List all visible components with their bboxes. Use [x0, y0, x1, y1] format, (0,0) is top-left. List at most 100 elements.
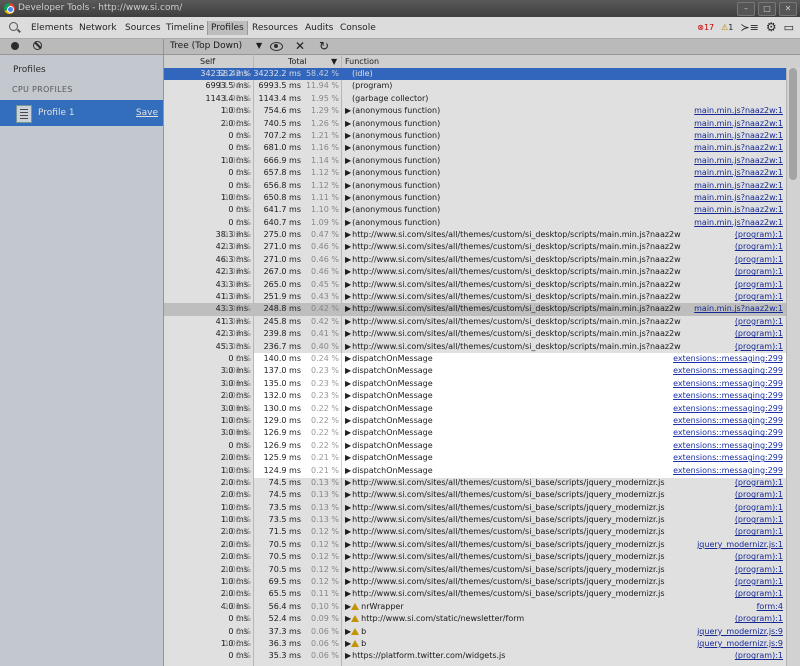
expand-arrow-icon[interactable]: ▶ [345, 391, 351, 400]
expand-arrow-icon[interactable]: ▶ [345, 651, 351, 660]
source-link[interactable]: main.min.js?naaz2w:1 [694, 130, 783, 142]
source-link[interactable]: extensions::messaging:299 [673, 378, 783, 390]
table-row[interactable]: 1.0 ms 0.00 % 666.9 ms 1.14 % ▶(anonymous fu… [164, 155, 786, 167]
table-row[interactable]: 45.3 ms 0.08 % 236.7 ms 0.40 % ▶http://www.s… [164, 341, 786, 353]
table-row[interactable]: 2.0 ms 0.00 % 125.9 ms 0.21 % ▶dispatchOnMes… [164, 452, 786, 464]
expand-arrow-icon[interactable]: ▶ [345, 503, 351, 512]
table-row[interactable]: 0 ms 0 % 140.0 ms 0.24 % ▶dispatchOnMessage e… [164, 353, 786, 365]
table-row[interactable]: 42.3 ms 0.07 % 271.0 ms 0.46 % ▶http://www.s… [164, 241, 786, 253]
expand-arrow-icon[interactable]: ▶ [345, 490, 351, 499]
table-row[interactable]: 0 ms 0 % 35.3 ms 0.06 % ▶https://platform.tw… [164, 650, 786, 662]
chevron-down-icon[interactable]: ▼ [256, 41, 262, 50]
source-link[interactable]: (program):1 [735, 650, 783, 662]
tab-profiles[interactable]: Profiles [207, 21, 248, 35]
source-link[interactable]: (program):1 [735, 588, 783, 600]
table-row[interactable]: 2.0 ms 0.00 % 70.5 ms 0.12 % ▶http://www.si.… [164, 551, 786, 563]
source-link[interactable]: jquery_modernizr.js:9 [697, 626, 783, 638]
expand-arrow-icon[interactable]: ▶ [345, 466, 351, 475]
table-row[interactable]: 1.0 ms 0.00 % 754.6 ms 1.29 % ▶(anonymous fu… [164, 105, 786, 117]
expand-arrow-icon[interactable]: ▶ [345, 379, 351, 388]
source-link[interactable]: main.min.js?naaz2w:1 [694, 118, 783, 130]
expand-arrow-icon[interactable]: ▶ [345, 292, 351, 301]
source-link[interactable]: extensions::messaging:299 [673, 465, 783, 477]
source-link[interactable]: (program):1 [735, 613, 783, 625]
table-row[interactable]: 6993.5 ms 11.94 % 6993.5 ms 11.94 % (program… [164, 80, 786, 92]
view-select[interactable]: Tree (Top Down) [170, 41, 242, 51]
source-link[interactable]: (program):1 [735, 551, 783, 563]
gear-icon[interactable]: ⚙ [766, 20, 777, 34]
source-link[interactable]: extensions::messaging:299 [673, 427, 783, 439]
source-link[interactable]: (program):1 [735, 291, 783, 303]
clear-icon[interactable] [33, 41, 42, 50]
table-row[interactable]: 3.0 ms 0.01 % 137.0 ms 0.23 % ▶dispatchOnMes… [164, 365, 786, 377]
expand-arrow-icon[interactable]: ▶ [345, 230, 351, 239]
table-row[interactable]: 38.3 ms 0.07 % 275.0 ms 0.47 % ▶http://www.s… [164, 229, 786, 241]
warning-counter[interactable]: ⚠1 [721, 23, 733, 32]
expand-arrow-icon[interactable]: ▶ [345, 143, 351, 152]
table-row[interactable]: 41.3 ms 0.07 % 245.8 ms 0.42 % ▶http://www.s… [164, 316, 786, 328]
expand-arrow-icon[interactable]: ▶ [345, 416, 351, 425]
table-row[interactable]: 0 ms 0 % 657.8 ms 1.12 % ▶(anonymous functio… [164, 167, 786, 179]
table-row[interactable]: 1.0 ms 0.00 % 69.5 ms 0.12 % ▶http://www.si.… [164, 576, 786, 588]
source-link[interactable]: extensions::messaging:299 [673, 415, 783, 427]
table-row[interactable]: 1.0 ms 0.00 % 73.5 ms 0.13 % ▶http://www.si.… [164, 502, 786, 514]
source-link[interactable]: extensions::messaging:299 [673, 440, 783, 452]
source-link[interactable]: main.min.js?naaz2w:1 [694, 167, 783, 179]
expand-arrow-icon[interactable]: ▶ [345, 168, 351, 177]
table-row[interactable]: 1.0 ms 0.00 % 124.9 ms 0.21 % ▶dispatchOnMes… [164, 465, 786, 477]
exclude-x-icon[interactable]: ✕ [295, 39, 305, 53]
table-row[interactable]: 2.0 ms 0.00 % 71.5 ms 0.12 % ▶http://www.si.… [164, 526, 786, 538]
expand-arrow-icon[interactable]: ▶ [345, 565, 351, 574]
table-row[interactable]: 2.0 ms 0.00 % 132.0 ms 0.23 % ▶dispatchOnMes… [164, 390, 786, 402]
table-row[interactable]: 1.0 ms 0.00 % 650.8 ms 1.11 % ▶(anonymous fu… [164, 192, 786, 204]
sidebar-heading[interactable]: Profiles [13, 65, 46, 75]
table-row[interactable]: 2.0 ms 0.00 % 740.5 ms 1.26 % ▶(anonymous fu… [164, 118, 786, 130]
table-row[interactable]: 1.0 ms 0.00 % 36.3 ms 0.06 % ▶ b jquery_modern… [164, 638, 786, 650]
table-row[interactable]: 42.3 ms 0.07 % 239.8 ms 0.41 % ▶http://www.s… [164, 328, 786, 340]
minimize-button[interactable]: – [737, 2, 755, 16]
table-row[interactable]: 3.0 ms 0.01 % 130.0 ms 0.22 % ▶dispatchOnMes… [164, 403, 786, 415]
expand-arrow-icon[interactable]: ▶ [345, 193, 351, 202]
expand-arrow-icon[interactable]: ▶ [345, 527, 351, 536]
expand-arrow-icon[interactable]: ▶ [345, 119, 351, 128]
tab-timeline[interactable]: Timeline [166, 21, 204, 35]
expand-arrow-icon[interactable]: ▶ [345, 106, 351, 115]
expand-arrow-icon[interactable]: ▶ [345, 218, 351, 227]
scrollbar-thumb[interactable] [789, 68, 797, 180]
table-row[interactable]: 2.0 ms 0.00 % 65.5 ms 0.11 % ▶http://www.si.… [164, 588, 786, 600]
source-link[interactable]: jquery_modernizr.js:1 [697, 539, 783, 551]
table-row[interactable]: 2.0 ms 0.00 % 70.5 ms 0.12 % ▶http://www.si.… [164, 564, 786, 576]
source-link[interactable]: (program):1 [735, 477, 783, 489]
column-function[interactable]: Function [345, 57, 379, 66]
expand-arrow-icon[interactable]: ▶ [345, 255, 351, 264]
record-icon[interactable] [11, 42, 19, 50]
source-link[interactable]: (program):1 [735, 328, 783, 340]
source-link[interactable]: main.min.js?naaz2w:1 [694, 142, 783, 154]
source-link[interactable]: main.min.js?naaz2w:1 [694, 303, 783, 315]
close-button[interactable]: ✕ [779, 2, 797, 16]
table-row[interactable]: 0 ms 0 % 707.2 ms 1.21 % ▶(anonymous functio… [164, 130, 786, 142]
expand-arrow-icon[interactable]: ▶ [345, 280, 351, 289]
table-row[interactable]: 0 ms 0 % 681.0 ms 1.16 % ▶(anonymous functio… [164, 142, 786, 154]
expand-arrow-icon[interactable]: ▶ [345, 342, 351, 351]
search-icon[interactable] [9, 22, 18, 31]
source-link[interactable]: (program):1 [735, 514, 783, 526]
expand-arrow-icon[interactable]: ▶ [345, 478, 351, 487]
table-row[interactable]: 43.3 ms 0.07 % 265.0 ms 0.45 % ▶http://www.s… [164, 279, 786, 291]
source-link[interactable]: (program):1 [735, 254, 783, 266]
expand-arrow-icon[interactable]: ▶ [345, 205, 351, 214]
source-link[interactable]: main.min.js?naaz2w:1 [694, 155, 783, 167]
table-row[interactable]: 42.3 ms 0.07 % 267.0 ms 0.46 % ▶http://www.s… [164, 266, 786, 278]
column-total[interactable]: Total [288, 57, 307, 66]
table-row[interactable]: 2.0 ms 0.00 % 70.5 ms 0.12 % ▶http://www.si.… [164, 539, 786, 551]
table-row[interactable]: 2.0 ms 0.00 % 74.5 ms 0.13 % ▶http://www.si.… [164, 489, 786, 501]
expand-arrow-icon[interactable]: ▶ [345, 317, 351, 326]
source-link[interactable]: main.min.js?naaz2w:1 [694, 217, 783, 229]
source-link[interactable]: main.min.js?naaz2w:1 [694, 105, 783, 117]
tab-network[interactable]: Network [79, 21, 117, 35]
source-link[interactable]: (program):1 [735, 502, 783, 514]
source-link[interactable]: (program):1 [735, 241, 783, 253]
expand-arrow-icon[interactable]: ▶ [345, 552, 351, 561]
sidebar-item-profile-1[interactable]: Profile 1 Save [0, 100, 163, 126]
expand-arrow-icon[interactable]: ▶ [345, 329, 351, 338]
